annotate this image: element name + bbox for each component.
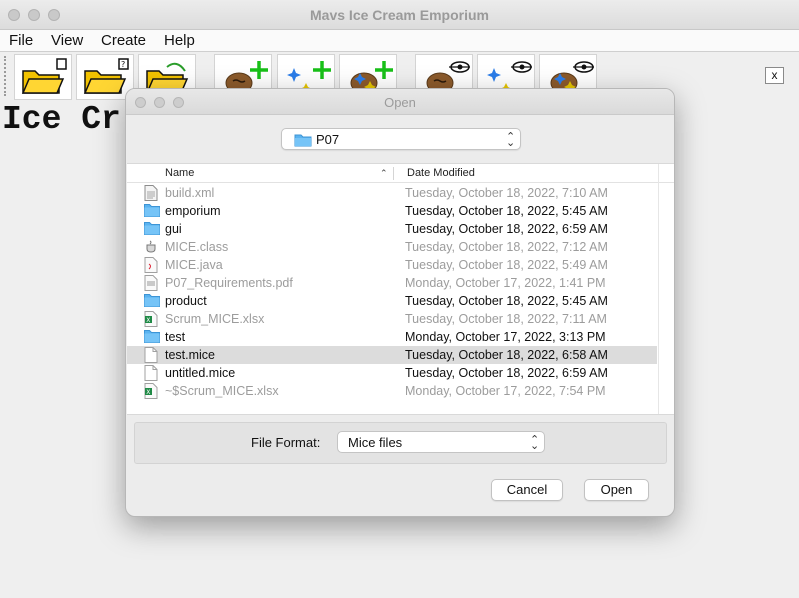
file-date-modified: Tuesday, October 18, 2022, 7:11 AM — [405, 312, 607, 326]
folder-icon — [144, 293, 160, 309]
file-format-value: Mice files — [348, 435, 403, 450]
file-format-select[interactable]: Mice files ⌃ ⌄ — [337, 431, 545, 453]
file-date-modified: Monday, October 17, 2022, 7:54 PM — [405, 384, 606, 398]
open-folder-icon: ? — [83, 58, 129, 94]
window-title: Mavs Ice Cream Emporium — [310, 7, 489, 23]
menu-view[interactable]: View — [51, 32, 83, 49]
file-name: untitled.mice — [165, 366, 236, 380]
file-name: product — [165, 294, 207, 308]
main-heading: Ice Cr — [2, 101, 121, 138]
file-row: X ~$Scrum_MICE.xlsx Monday, October 17, 20… — [127, 382, 657, 400]
file-row[interactable]: gui Tuesday, October 18, 2022, 6:59 AM — [127, 220, 657, 238]
location-select[interactable]: P07 ⌃ ⌄ — [281, 128, 521, 150]
java-class-icon — [144, 239, 160, 255]
file-row[interactable]: emporium Tuesday, October 18, 2022, 5:45 … — [127, 202, 657, 220]
file-name: MICE.java — [165, 258, 223, 272]
chevron-updown-icon: ⌃ ⌄ — [530, 434, 540, 452]
file-row: P07_Requirements.pdf Monday, October 17, … — [127, 274, 657, 292]
menu-file[interactable]: File — [9, 32, 33, 49]
menu-bar: File View Create Help — [0, 30, 799, 52]
file-date-modified: Tuesday, October 18, 2022, 7:10 AM — [405, 186, 608, 200]
file-name: emporium — [165, 204, 221, 218]
file-date-modified: Tuesday, October 18, 2022, 5:45 AM — [405, 204, 608, 218]
exit-button[interactable]: x — [765, 67, 784, 84]
chevron-updown-icon: ⌃ ⌄ — [506, 131, 516, 149]
file-name: Scrum_MICE.xlsx — [165, 312, 265, 326]
file-format-panel: File Format: Mice files ⌃ ⌄ — [134, 422, 667, 464]
file-row: build.xml Tuesday, October 18, 2022, 7:10… — [127, 184, 657, 202]
column-name[interactable]: Name — [165, 167, 194, 179]
file-row: MICE.java Tuesday, October 18, 2022, 5:49… — [127, 256, 657, 274]
cancel-button[interactable]: Cancel — [491, 479, 563, 501]
file-list-header: Name ⌃ Date Modified — [127, 164, 674, 183]
file-name: build.xml — [165, 186, 215, 200]
new-folder-icon — [21, 58, 67, 94]
java-file-icon — [144, 257, 160, 273]
file-name: test.mice — [165, 348, 216, 362]
file-name: test — [165, 330, 186, 344]
file-date-modified: Tuesday, October 18, 2022, 5:49 AM — [405, 258, 608, 272]
file-row: MICE.class Tuesday, October 18, 2022, 7:1… — [127, 238, 657, 256]
file-row[interactable]: untitled.mice Tuesday, October 18, 2022, … — [127, 364, 657, 382]
xml-file-icon — [144, 185, 160, 201]
file-date-modified: Tuesday, October 18, 2022, 7:12 AM — [405, 240, 608, 254]
file-date-modified: Tuesday, October 18, 2022, 5:45 AM — [405, 294, 608, 308]
file-row[interactable]: product Tuesday, October 18, 2022, 5:45 A… — [127, 292, 657, 310]
file-date-modified: Monday, October 17, 2022, 1:41 PM — [405, 276, 606, 290]
folder-icon — [144, 329, 160, 345]
folder-icon — [294, 134, 312, 147]
folder-icon — [144, 203, 160, 219]
file-date-modified: Tuesday, October 18, 2022, 6:58 AM — [405, 348, 608, 362]
file-format-label: File Format: — [251, 435, 321, 450]
toolbar-grip[interactable] — [4, 56, 10, 96]
menu-create[interactable]: Create — [101, 32, 146, 49]
title-bar: Mavs Ice Cream Emporium — [0, 0, 799, 30]
excel-file-icon: X — [144, 311, 160, 327]
file-name: gui — [165, 222, 182, 236]
document-icon — [144, 365, 160, 381]
file-date-modified: Tuesday, October 18, 2022, 6:59 AM — [405, 366, 608, 380]
pdf-file-icon — [144, 275, 160, 291]
file-name: ~$Scrum_MICE.xlsx — [165, 384, 279, 398]
open-dialog: Open P07 ⌃ ⌄ Name ⌃ Date Modified build.x… — [125, 88, 675, 517]
sort-ascending-icon: ⌃ — [380, 168, 388, 178]
excel-file-icon: X — [144, 383, 160, 399]
dialog-title-bar: Open — [126, 89, 674, 115]
file-date-modified: Tuesday, October 18, 2022, 6:59 AM — [405, 222, 608, 236]
svg-text:?: ? — [121, 60, 125, 69]
column-date-modified[interactable]: Date Modified — [407, 167, 475, 179]
location-value: P07 — [316, 132, 340, 147]
document-icon — [144, 347, 160, 363]
dialog-title: Open — [384, 95, 416, 110]
new-emporium-button[interactable] — [14, 54, 72, 100]
open-button[interactable]: Open — [584, 479, 649, 501]
file-name: P07_Requirements.pdf — [165, 276, 293, 290]
file-row[interactable]: test.mice Tuesday, October 18, 2022, 6:58… — [127, 346, 657, 364]
svg-text:X: X — [146, 389, 150, 396]
menu-help[interactable]: Help — [164, 32, 195, 49]
file-list: Name ⌃ Date Modified build.xml Tuesday, O… — [127, 163, 674, 415]
file-row[interactable]: test Monday, October 17, 2022, 3:13 PM — [127, 328, 657, 346]
app-window: Mavs Ice Cream Emporium File View Create… — [0, 0, 799, 598]
file-date-modified: Monday, October 17, 2022, 3:13 PM — [405, 330, 606, 344]
file-row: X Scrum_MICE.xlsx Tuesday, October 18, 202… — [127, 310, 657, 328]
svg-text:X: X — [146, 317, 150, 324]
folder-icon — [144, 221, 160, 237]
file-name: MICE.class — [165, 240, 229, 254]
